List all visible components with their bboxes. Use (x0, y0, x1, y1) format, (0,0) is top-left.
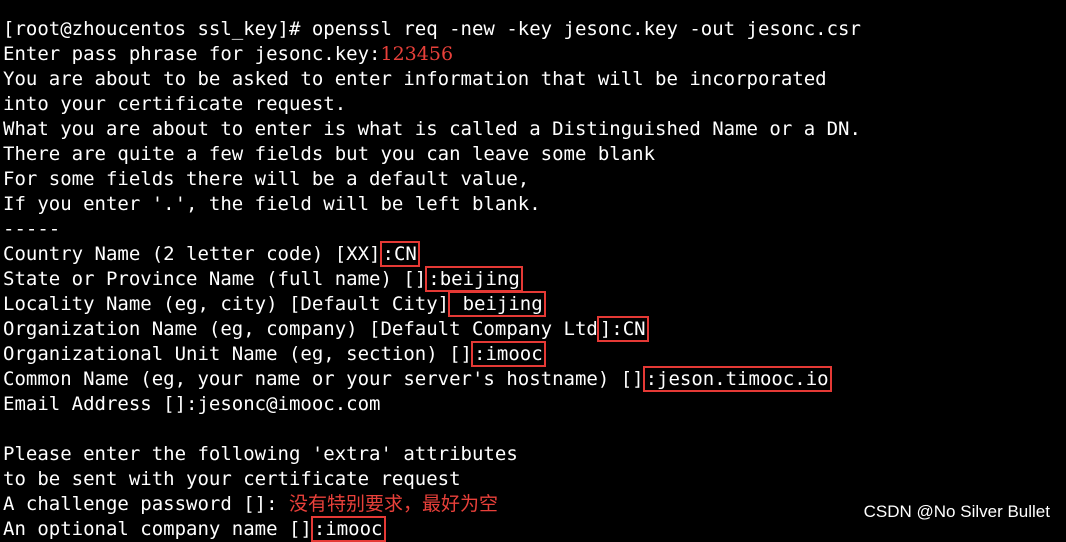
terminal-line-info2: into your certificate request. (3, 93, 347, 115)
terminal-line-partial (3, 0, 1063, 17)
terminal-output: [root@zhoucentos ssl_key]# openssl req -… (3, 0, 1063, 542)
common-value-highlight: :jeson.timooc.io (642, 366, 832, 392)
passphrase-label: Enter pass phrase for jesonc.key: (3, 43, 381, 65)
terminal-line-common-name: Common Name (eg, your name or your serve… (3, 366, 1063, 392)
common-label: Common Name (eg, your name or your serve… (3, 368, 644, 390)
passphrase-value: 123456 (380, 43, 454, 65)
csdn-watermark: CSDN @No Silver Bullet (863, 502, 1050, 521)
org-value-highlight: ]:CN (596, 316, 649, 342)
country-value-highlight: :CN (379, 241, 420, 267)
optional-label: An optional company name [] (3, 518, 312, 540)
terminal-line-extra2: to be sent with your certificate request (3, 468, 461, 490)
terminal-line-extra1: Please enter the following 'extra' attri… (3, 443, 518, 465)
state-value-highlight: :beijing (425, 266, 523, 292)
locality-value-highlight: beijing (448, 291, 546, 317)
unit-label: Organizational Unit Name (eg, section) [… (3, 343, 472, 365)
terminal-line-country: Country Name (2 letter code) [XX]:CN (3, 241, 1063, 267)
terminal-line-info3: What you are about to enter is what is c… (3, 118, 861, 140)
terminal-line-info1: You are about to be asked to enter infor… (3, 68, 827, 90)
terminal-line-state: State or Province Name (full name) []:be… (3, 266, 1063, 292)
terminal-line-info5: For some fields there will be a default … (3, 168, 530, 190)
unit-value-highlight: :imooc (471, 341, 546, 367)
country-label: Country Name (2 letter code) [XX] (3, 243, 381, 265)
terminal-line-command: [root@zhoucentos ssl_key]# openssl req -… (3, 18, 861, 40)
terminal-line-locality: Locality Name (eg, city) [Default City] … (3, 291, 1063, 317)
org-label: Organization Name (eg, company) [Default… (3, 318, 598, 340)
org-value: :CN (611, 318, 646, 340)
terminal-line-passphrase: Enter pass phrase for jesonc.key:123456 (3, 42, 1063, 67)
terminal-line-info6: If you enter '.', the field will be left… (3, 193, 541, 215)
org-bracket: ] (599, 318, 612, 340)
terminal-line-info4: There are quite a few fields but you can… (3, 143, 656, 165)
terminal-line-separator: ----- (3, 218, 61, 240)
terminal-line-unit: Organizational Unit Name (eg, section) [… (3, 341, 1063, 367)
state-label: State or Province Name (full name) [] (3, 268, 427, 290)
challenge-label: A challenge password []: (3, 493, 278, 515)
terminal-line-organization: Organization Name (eg, company) [Default… (3, 316, 1063, 342)
optional-value-highlight: :imooc (310, 516, 386, 542)
terminal-line-email: Email Address []:jesonc@imooc.com (3, 393, 381, 415)
locality-label: Locality Name (eg, city) [Default City] (3, 293, 450, 315)
challenge-annotation: 没有特别要求，最好为空 (289, 493, 499, 515)
